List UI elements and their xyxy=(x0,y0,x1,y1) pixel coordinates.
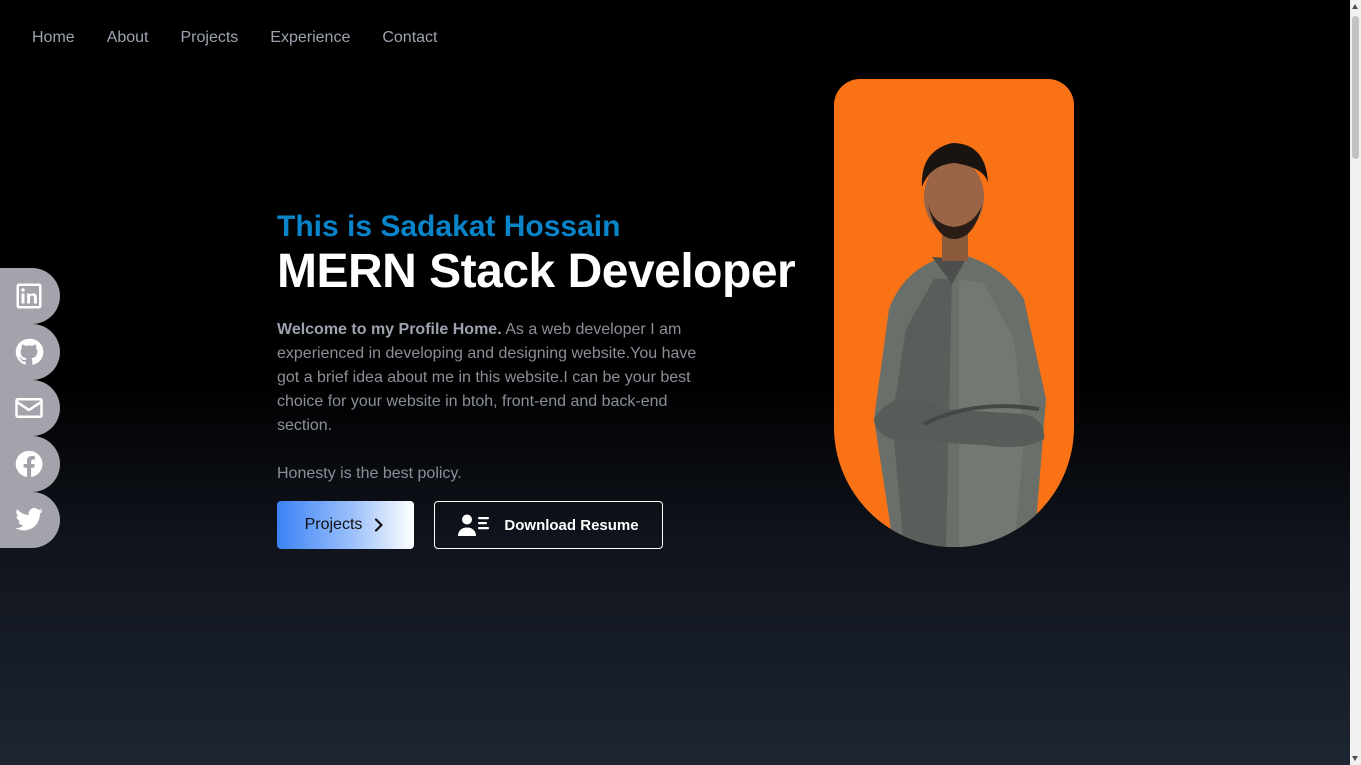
nav-about[interactable]: About xyxy=(107,28,149,48)
github-icon xyxy=(15,338,44,365)
nav-projects[interactable]: Projects xyxy=(181,28,239,48)
download-resume-button[interactable]: Download Resume xyxy=(434,501,663,549)
social-sidebar xyxy=(0,268,60,548)
linkedin-icon xyxy=(16,283,42,309)
profile-photo xyxy=(874,143,1046,547)
mail-link[interactable] xyxy=(0,380,60,436)
profile-photo-card xyxy=(834,79,1074,547)
projects-button[interactable]: Projects xyxy=(277,501,414,549)
download-resume-label: Download Resume xyxy=(504,516,639,534)
linkedin-link[interactable] xyxy=(0,268,60,324)
facebook-link[interactable] xyxy=(0,436,60,492)
page-scrollbar[interactable] xyxy=(1350,0,1361,765)
twitter-icon xyxy=(15,508,43,531)
nav-experience[interactable]: Experience xyxy=(270,28,350,48)
scroll-up-arrow-icon[interactable] xyxy=(1352,4,1358,9)
mail-icon xyxy=(15,398,43,418)
hero-section: This is Sadakat Hossain MERN Stack Devel… xyxy=(277,210,817,486)
hero-description-bold: Welcome to my Profile Home. xyxy=(277,321,502,338)
hero-intro: This is Sadakat Hossain xyxy=(277,210,621,243)
github-link[interactable] xyxy=(0,324,60,380)
hero-title: MERN Stack Developer xyxy=(277,245,796,298)
twitter-link[interactable] xyxy=(0,492,60,548)
scroll-down-arrow-icon[interactable] xyxy=(1352,756,1358,761)
facebook-icon xyxy=(15,450,43,477)
hero-buttons: Projects Download Resume xyxy=(277,501,663,549)
hero-description: Welcome to my Profile Home. As a web dev… xyxy=(277,318,717,438)
chevron-right-icon xyxy=(375,518,383,532)
top-nav: Home About Projects Experience Contact xyxy=(32,28,437,48)
nav-home[interactable]: Home xyxy=(32,28,75,48)
projects-button-label: Projects xyxy=(304,516,363,533)
scrollbar-thumb[interactable] xyxy=(1352,16,1359,159)
hero-motto: Honesty is the best policy. xyxy=(277,465,462,482)
nav-contact[interactable]: Contact xyxy=(382,28,437,48)
resume-icon xyxy=(458,514,490,536)
